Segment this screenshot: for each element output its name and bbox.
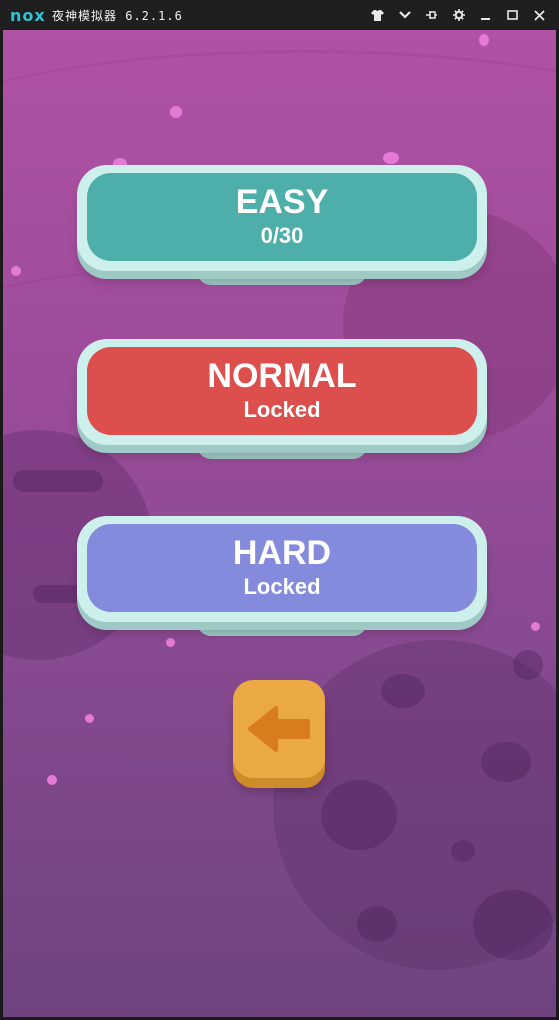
planet-crater — [451, 840, 475, 862]
minimize-icon[interactable] — [472, 0, 499, 30]
maximize-icon[interactable] — [499, 0, 526, 30]
planet-crater — [357, 906, 397, 942]
arrow-left-icon — [248, 706, 310, 752]
background-star — [85, 714, 94, 723]
planet-crater — [13, 470, 103, 492]
planet-crater — [481, 742, 531, 782]
nox-logo: nox — [10, 5, 46, 25]
level-status: Locked — [243, 574, 321, 599]
background-star — [531, 622, 540, 631]
pin-icon[interactable] — [418, 0, 445, 30]
background-star — [166, 638, 175, 647]
easy-level-button[interactable]: EASY 0/30 — [77, 165, 487, 283]
background-star — [479, 34, 489, 46]
gear-icon[interactable] — [445, 0, 472, 30]
window-title: 夜神模拟器 6.2.1.6 — [52, 8, 183, 23]
level-name: HARD — [232, 534, 332, 572]
level-name: NORMAL — [207, 357, 357, 395]
close-icon[interactable] — [526, 0, 553, 30]
planet-crater — [513, 650, 543, 680]
game-screen: EASY 0/30 NORMAL Locked HARD Locked — [3, 30, 556, 1017]
planet-crater — [321, 780, 397, 850]
normal-button-face[interactable]: NORMAL Locked — [87, 347, 477, 435]
planet-crater — [381, 674, 425, 708]
normal-level-button[interactable]: NORMAL Locked — [77, 339, 487, 457]
chevron-down-icon[interactable] — [391, 0, 418, 30]
background-star — [383, 152, 399, 164]
shirt-icon[interactable] — [364, 0, 391, 30]
hard-level-button[interactable]: HARD Locked — [77, 516, 487, 634]
hard-button-face[interactable]: HARD Locked — [87, 524, 477, 612]
easy-button-face[interactable]: EASY 0/30 — [87, 173, 477, 261]
background-star — [47, 775, 57, 785]
background-star — [170, 106, 182, 118]
background-star — [11, 266, 21, 276]
level-name: EASY — [235, 183, 329, 221]
emulator-title-bar: nox 夜神模拟器 6.2.1.6 — [0, 0, 559, 30]
level-progress: 0/30 — [260, 223, 304, 248]
level-status: Locked — [243, 397, 321, 422]
planet-crater — [473, 890, 553, 960]
back-button[interactable] — [233, 680, 325, 778]
window-controls — [364, 0, 553, 30]
